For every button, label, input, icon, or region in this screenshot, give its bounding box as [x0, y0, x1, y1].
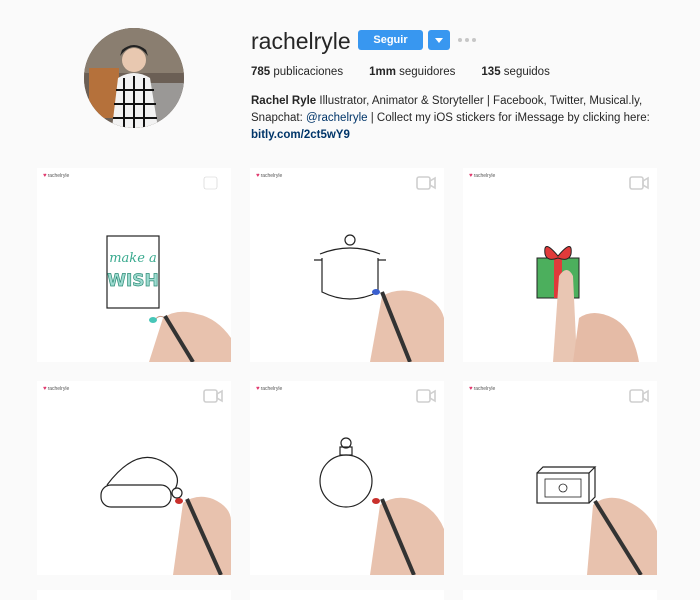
heart-icon: ♥	[469, 173, 473, 179]
post-thumbnail	[536, 246, 639, 362]
more-options-button[interactable]	[458, 36, 476, 44]
following-stat[interactable]: 135 seguidos	[481, 66, 549, 78]
bio-line2-prefix: Snapchat:	[251, 112, 303, 124]
following-label: seguidos	[503, 66, 550, 78]
posts-stat: 785 publicaciones	[251, 66, 343, 78]
video-icon	[416, 176, 436, 190]
heart-icon: ♥	[469, 386, 473, 392]
post-tile[interactable]: ♥ rachelryle	[250, 168, 444, 362]
posts-count: 785	[251, 66, 271, 78]
posts-grid: make a WISH ♥ rachelryle ♥ rachelryle ♥ …	[37, 168, 657, 575]
post-thumbnail	[314, 234, 444, 362]
video-icon	[629, 389, 649, 403]
profile-stats: 785 publicaciones 1mm seguidores 135 seg…	[251, 66, 576, 78]
video-icon	[629, 176, 649, 190]
followers-count: 1mm	[369, 66, 396, 78]
post-watermark: ♥ rachelryle	[256, 173, 283, 179]
profile-avatar[interactable]	[84, 28, 184, 128]
followers-label: seguidores	[399, 66, 456, 78]
more-dots-icon	[458, 38, 462, 42]
post-tile[interactable]: make a WISH ♥ rachelryle	[37, 168, 231, 362]
post-tile-partial[interactable]	[463, 590, 657, 600]
heart-icon: ♥	[256, 173, 260, 179]
video-icon	[203, 176, 223, 190]
profile-bio: Rachel Ryle Illustrator, Animator & Stor…	[251, 93, 651, 144]
post-tile[interactable]: ♥ rachelryle	[37, 381, 231, 575]
bio-mention-link[interactable]: @rachelryle	[306, 112, 368, 124]
post-tile-partial[interactable]	[37, 590, 231, 600]
post-tile[interactable]: ♥ rachelryle	[463, 381, 657, 575]
follow-button[interactable]: Seguir	[358, 30, 423, 50]
card-text-top: make a	[109, 251, 157, 266]
bio-name: Rachel Ryle	[251, 95, 317, 107]
following-count: 135	[481, 66, 501, 78]
heart-icon: ♥	[256, 386, 260, 392]
post-thumbnail	[319, 437, 444, 575]
suggestions-dropdown-button[interactable]	[428, 30, 450, 50]
post-watermark: ♥ rachelryle	[256, 386, 283, 392]
post-tile-partial[interactable]	[250, 590, 444, 600]
chevron-down-icon	[435, 37, 443, 43]
bio-external-link[interactable]: bitly.com/2ct5wY9	[251, 127, 651, 144]
card-text-bottom: WISH	[107, 271, 159, 291]
post-tile[interactable]: ♥ rachelryle	[250, 381, 444, 575]
posts-label: publicaciones	[273, 66, 344, 78]
bio-line1: Illustrator, Animator & Storyteller | Fa…	[319, 95, 643, 107]
post-watermark: ♥ rachelryle	[43, 173, 70, 179]
post-watermark: ♥ rachelryle	[469, 386, 496, 392]
post-watermark: ♥ rachelryle	[469, 173, 496, 179]
post-tile[interactable]: ♥ rachelryle	[463, 168, 657, 362]
bio-line2-suffix: | Collect my iOS stickers for iMessage b…	[370, 112, 650, 124]
post-thumbnail	[536, 466, 657, 575]
followers-stat[interactable]: 1mm seguidores	[369, 66, 455, 78]
heart-icon: ♥	[43, 386, 47, 392]
video-icon	[203, 389, 223, 403]
video-icon	[416, 389, 436, 403]
heart-icon: ♥	[43, 173, 47, 179]
post-watermark: ♥ rachelryle	[43, 386, 70, 392]
post-thumbnail: make a WISH	[106, 235, 231, 362]
post-thumbnail	[100, 456, 231, 575]
profile-username: rachelryle	[251, 28, 351, 54]
